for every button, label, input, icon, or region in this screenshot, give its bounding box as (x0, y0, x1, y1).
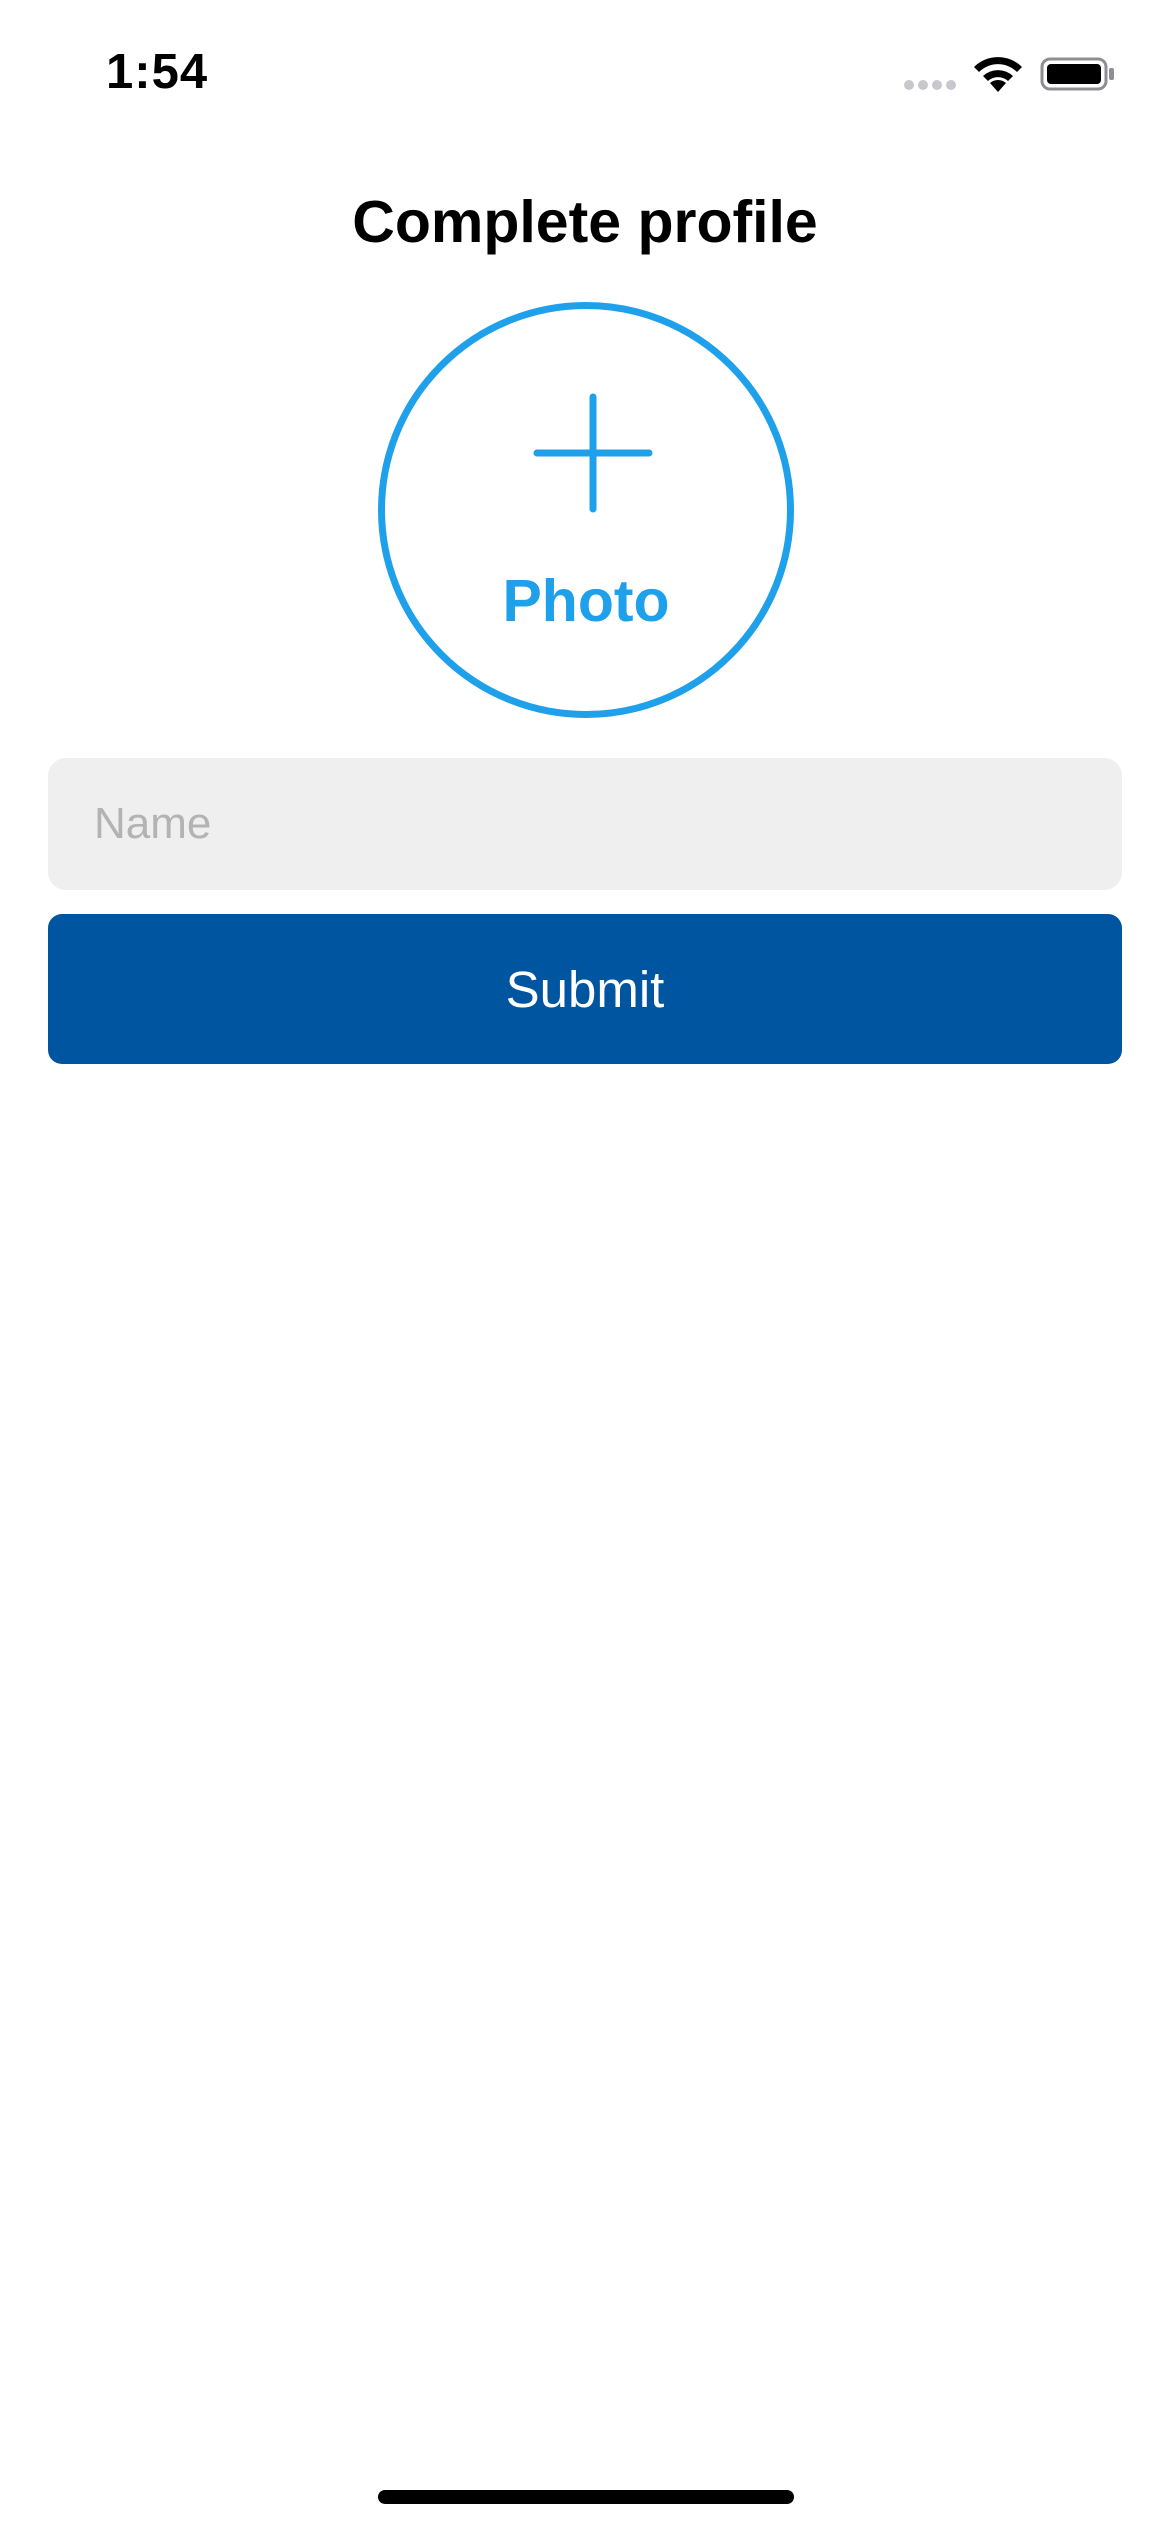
page-title: Complete profile (352, 189, 818, 255)
battery-icon (1040, 57, 1114, 91)
submit-button[interactable]: Submit (48, 914, 1122, 1064)
status-time: 1:54 (106, 45, 209, 99)
home-indicator[interactable] (378, 2490, 794, 2504)
cellular-signal-icon (904, 78, 960, 92)
wifi-icon (974, 57, 1022, 92)
name-input[interactable] (48, 758, 1122, 890)
photo-label: Photo (502, 568, 670, 634)
add-photo-button[interactable]: Photo (378, 302, 794, 718)
plus-icon (533, 393, 653, 513)
status-bar: 1:54 (0, 0, 1170, 140)
